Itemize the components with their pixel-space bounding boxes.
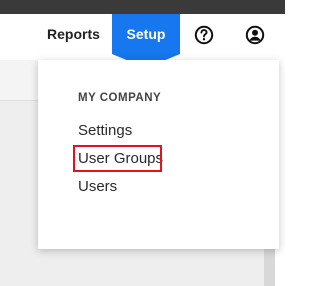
- menu-item-users[interactable]: Users: [78, 178, 117, 196]
- menu-item-settings[interactable]: Settings: [78, 122, 132, 140]
- nav-reports-link[interactable]: Reports: [41, 24, 106, 46]
- app-window: Reports Setup MY COMPANY Settings User G…: [0, 0, 285, 286]
- window-top-edge: [0, 0, 285, 14]
- nav-setup-label: Setup: [126, 26, 166, 42]
- user-account-icon[interactable]: [245, 25, 265, 45]
- top-navbar: Reports Setup: [0, 14, 285, 68]
- setup-dropdown-menu: MY COMPANY Settings User Groups Users: [38, 60, 279, 249]
- menu-item-user-groups[interactable]: User Groups: [78, 150, 163, 168]
- dropdown-section-title: MY COMPANY: [78, 92, 162, 104]
- nav-setup-tab[interactable]: Setup: [112, 14, 180, 54]
- help-circle-icon[interactable]: [194, 25, 214, 45]
